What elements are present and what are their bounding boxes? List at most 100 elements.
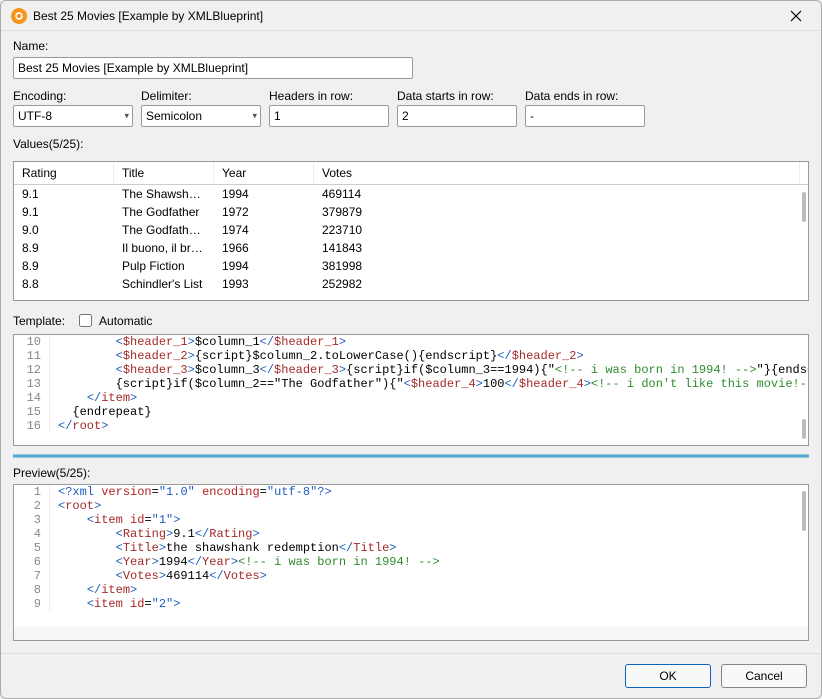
table-cell: 223710: [314, 221, 800, 239]
code-line[interactable]: 1<?xml version="1.0" encoding="utf-8"?>: [14, 485, 808, 499]
column-header[interactable]: Rating: [14, 162, 114, 184]
code-text: <Year>1994</Year><!-- i was born in 1994…: [50, 555, 440, 569]
table-cell: 1994: [214, 185, 314, 203]
template-label: Template:: [13, 314, 65, 328]
editor-footer-strip: [14, 626, 808, 640]
table-cell: Pulp Fiction: [114, 257, 214, 275]
code-line[interactable]: 12 <$header_3>$column_3</$header_3>{scri…: [14, 363, 808, 377]
delimiter-value[interactable]: [141, 105, 261, 127]
values-label: Values(5/25):: [13, 137, 809, 151]
table-cell: The Shawshank ...: [114, 185, 214, 203]
line-number: 16: [14, 419, 50, 433]
column-header[interactable]: Title: [114, 162, 214, 184]
line-number: 8: [14, 583, 50, 597]
table-cell: Schindler's List: [114, 275, 214, 293]
automatic-checkbox[interactable]: [79, 314, 92, 327]
code-line[interactable]: 5 <Title>the shawshank redemption</Title…: [14, 541, 808, 555]
line-number: 2: [14, 499, 50, 513]
titlebar: Best 25 Movies [Example by XMLBlueprint]: [1, 1, 821, 31]
code-line[interactable]: 2<root>: [14, 499, 808, 513]
encoding-select[interactable]: ▾: [13, 105, 133, 127]
table-row[interactable]: 8.8Schindler's List1993252982: [14, 275, 808, 293]
code-text: <$header_1>$column_1</$header_1>: [50, 335, 346, 349]
values-header-row: RatingTitleYearVotes: [14, 162, 808, 185]
code-line[interactable]: 13 {script}if($column_2=="The Godfather"…: [14, 377, 808, 391]
data-end-label: Data ends in row:: [525, 89, 645, 103]
close-icon: [790, 10, 802, 22]
encoding-value[interactable]: [13, 105, 133, 127]
values-grid: RatingTitleYearVotes 9.1The Shawshank ..…: [13, 161, 809, 301]
code-line[interactable]: 6 <Year>1994</Year><!-- i was born in 19…: [14, 555, 808, 569]
code-line[interactable]: 10 <$header_1>$column_1</$header_1>: [14, 335, 808, 349]
data-end-input[interactable]: [525, 105, 645, 127]
code-line[interactable]: 16</root>: [14, 419, 808, 433]
headers-row-input[interactable]: [269, 105, 389, 127]
scrollbar[interactable]: [802, 491, 806, 531]
preview-editor[interactable]: 1<?xml version="1.0" encoding="utf-8"?>2…: [13, 484, 809, 641]
cancel-button[interactable]: Cancel: [721, 664, 807, 688]
automatic-checkbox-wrap[interactable]: Automatic: [75, 311, 152, 330]
dialog-window: Best 25 Movies [Example by XMLBlueprint]…: [0, 0, 822, 699]
table-row[interactable]: 8.9Pulp Fiction1994381998: [14, 257, 808, 275]
encoding-label: Encoding:: [13, 89, 133, 103]
code-text: <$header_3>$column_3</$header_3>{script}…: [50, 363, 809, 377]
dialog-footer: OK Cancel: [1, 653, 821, 698]
data-start-input[interactable]: [397, 105, 517, 127]
column-header[interactable]: Year: [214, 162, 314, 184]
line-number: 6: [14, 555, 50, 569]
code-text: <Rating>9.1</Rating>: [50, 527, 260, 541]
line-number: 5: [14, 541, 50, 555]
table-cell: The Godfather: ...: [114, 221, 214, 239]
table-row[interactable]: 8.9Il buono, il brut...1966141843: [14, 239, 808, 257]
column-header[interactable]: Votes: [314, 162, 800, 184]
table-cell: 141843: [314, 239, 800, 257]
table-row[interactable]: 9.1The Godfather1972379879: [14, 203, 808, 221]
code-text: <Votes>469114</Votes>: [50, 569, 267, 583]
table-cell: 9.1: [14, 203, 114, 221]
table-cell: 1994: [214, 257, 314, 275]
table-row[interactable]: 9.0The Godfather: ...1974223710: [14, 221, 808, 239]
table-cell: 381998: [314, 257, 800, 275]
line-number: 4: [14, 527, 50, 541]
name-input[interactable]: [13, 57, 413, 79]
table-cell: 1993: [214, 275, 314, 293]
line-number: 12: [14, 363, 50, 377]
code-line[interactable]: 3 <item id="1">: [14, 513, 808, 527]
code-line[interactable]: 8 </item>: [14, 583, 808, 597]
line-number: 13: [14, 377, 50, 391]
values-body[interactable]: 9.1The Shawshank ...19944691149.1The God…: [14, 185, 808, 297]
name-label: Name:: [13, 39, 809, 53]
code-text: </root>: [50, 419, 108, 433]
code-text: <?xml version="1.0" encoding="utf-8"?>: [50, 485, 332, 499]
line-number: 11: [14, 349, 50, 363]
code-line[interactable]: 9 <item id="2">: [14, 597, 808, 611]
code-line[interactable]: 4 <Rating>9.1</Rating>: [14, 527, 808, 541]
scrollbar[interactable]: [802, 419, 806, 439]
delimiter-select[interactable]: ▾: [141, 105, 261, 127]
code-line[interactable]: 14 </item>: [14, 391, 808, 405]
app-icon: [11, 8, 27, 24]
ok-button[interactable]: OK: [625, 664, 711, 688]
table-cell: 8.9: [14, 257, 114, 275]
code-line[interactable]: 15 {endrepeat}: [14, 405, 808, 419]
code-line[interactable]: 7 <Votes>469114</Votes>: [14, 569, 808, 583]
line-number: 7: [14, 569, 50, 583]
code-text: <item id="2">: [50, 597, 180, 611]
code-text: {endrepeat}: [50, 405, 152, 419]
code-text: <Title>the shawshank redemption</Title>: [50, 541, 396, 555]
table-row[interactable]: 9.1The Shawshank ...1994469114: [14, 185, 808, 203]
close-button[interactable]: [781, 1, 811, 31]
scrollbar[interactable]: [802, 192, 806, 222]
headers-row-label: Headers in row:: [269, 89, 389, 103]
line-number: 3: [14, 513, 50, 527]
table-cell: 8.8: [14, 275, 114, 293]
code-line[interactable]: 11 <$header_2>{script}$column_2.toLowerC…: [14, 349, 808, 363]
table-cell: 9.1: [14, 185, 114, 203]
line-number: 10: [14, 335, 50, 349]
preview-label: Preview(5/25):: [13, 466, 809, 480]
automatic-label: Automatic: [99, 314, 152, 328]
splitter[interactable]: [13, 454, 809, 458]
template-editor[interactable]: 10 <$header_1>$column_1</$header_1>11 <$…: [13, 334, 809, 446]
data-start-label: Data starts in row:: [397, 89, 517, 103]
line-number: 15: [14, 405, 50, 419]
